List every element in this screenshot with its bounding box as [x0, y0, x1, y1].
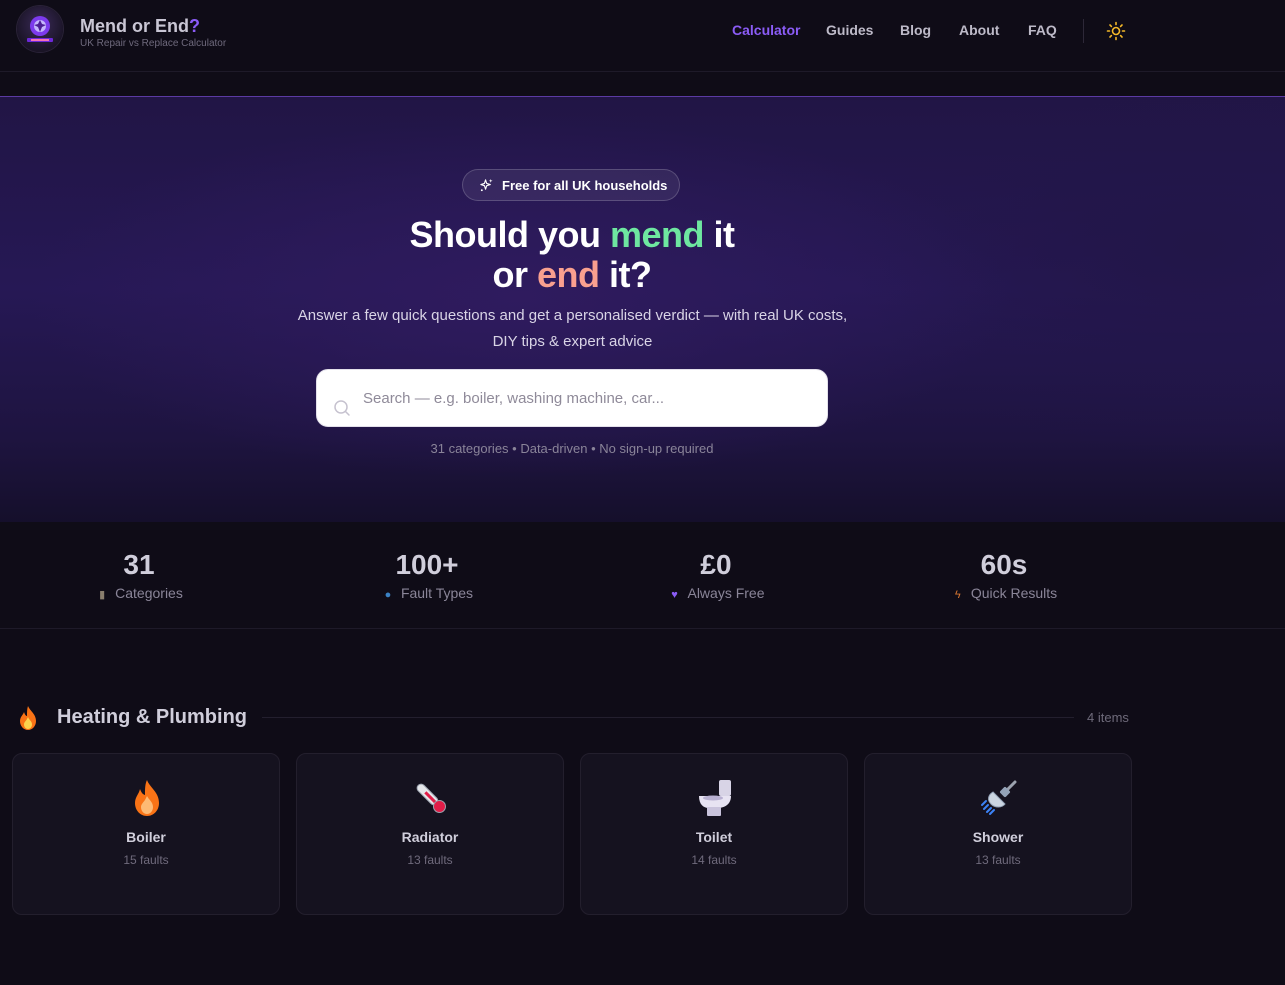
search-input[interactable]	[363, 370, 813, 426]
brand-title[interactable]: Mend or End?	[80, 16, 200, 37]
category-card-boiler[interactable]: Boiler 15 faults	[12, 753, 280, 915]
nav-guides[interactable]: Guides	[826, 22, 873, 38]
free-badge: Free for all UK households	[462, 169, 680, 201]
section-divider	[262, 717, 1074, 718]
card-fault-count: 14 faults	[691, 853, 737, 867]
stat-label: Fault Types	[400, 585, 474, 601]
stat-label: Always Free	[687, 585, 765, 601]
theme-toggle-button[interactable]	[1106, 21, 1126, 41]
category-card-shower[interactable]: Shower 13 faults	[864, 753, 1132, 915]
search-box[interactable]	[316, 369, 828, 427]
stat-categories: 31 ▮ Categories	[29, 548, 249, 601]
nav-faq[interactable]: FAQ	[1028, 22, 1057, 38]
toilet-icon	[699, 780, 731, 816]
card-fault-count: 13 faults	[407, 853, 453, 867]
headline-mend: mend	[609, 214, 705, 255]
stat-always-free: £0 ♥ Always Free	[606, 548, 826, 601]
stat-quick-results: 60s ϟ Quick Results	[894, 548, 1114, 601]
magnifier-icon: ●	[384, 589, 392, 601]
card-name: Toilet	[695, 829, 733, 845]
card-fault-count: 13 faults	[975, 853, 1021, 867]
thermometer-icon	[416, 783, 446, 813]
site-header: Mend or End? UK Repair vs Replace Calcul…	[0, 0, 1285, 72]
stat-label: Categories	[115, 585, 183, 601]
stats-bar: 31 ▮ Categories 100+ ● Fault Types £0 ♥ Alw…	[0, 522, 1285, 629]
hero-meta-text: 31 categories • Data-driven • No sign-up…	[430, 441, 714, 456]
nav-calculator[interactable]: Calculator	[732, 22, 800, 38]
nav-blog[interactable]: Blog	[900, 22, 931, 38]
section-item-count: 4 items	[1087, 710, 1129, 725]
stat-value: £0	[700, 549, 732, 580]
nav-divider	[1083, 19, 1084, 43]
card-fault-count: 15 faults	[123, 853, 169, 867]
category-card-radiator[interactable]: Radiator 13 faults	[296, 753, 564, 915]
shower-icon	[981, 780, 1017, 815]
sparkles-icon	[480, 178, 493, 192]
brand-title-question-mark: ?	[189, 16, 200, 36]
fire-icon	[135, 780, 159, 816]
stat-value: 100+	[395, 549, 459, 580]
brand-subtitle: UK Repair vs Replace Calculator	[80, 38, 227, 49]
search-icon	[334, 400, 350, 416]
lightning-icon: ϟ	[954, 589, 961, 601]
stat-label: Quick Results	[970, 585, 1058, 601]
fire-icon	[20, 706, 36, 730]
clipboard-icon: ▮	[99, 589, 106, 601]
card-name: Shower	[972, 829, 1024, 845]
stat-value: 31	[123, 549, 155, 580]
section-title: Heating & Plumbing	[57, 706, 247, 728]
logo[interactable]	[17, 6, 63, 52]
sun-icon	[1106, 21, 1126, 41]
card-name: Boiler	[126, 829, 166, 845]
purple-heart-icon: ♥	[671, 589, 678, 601]
stat-fault-types: 100+ ● Fault Types	[317, 548, 537, 601]
hero-headline: Should you mend it or end it?	[409, 214, 735, 295]
category-card-toilet[interactable]: Toilet 14 faults	[580, 753, 848, 915]
hero-subtext: Answer a few quick questions and get a p…	[297, 307, 848, 350]
hero-section: Free for all UK households Should you me…	[0, 96, 1285, 522]
free-badge-label: Free for all UK households	[502, 178, 668, 193]
card-name: Radiator	[401, 829, 459, 845]
headline-end: end	[537, 254, 600, 295]
nav-about[interactable]: About	[959, 22, 999, 38]
logo-icon	[27, 16, 53, 42]
stat-value: 60s	[980, 549, 1028, 580]
